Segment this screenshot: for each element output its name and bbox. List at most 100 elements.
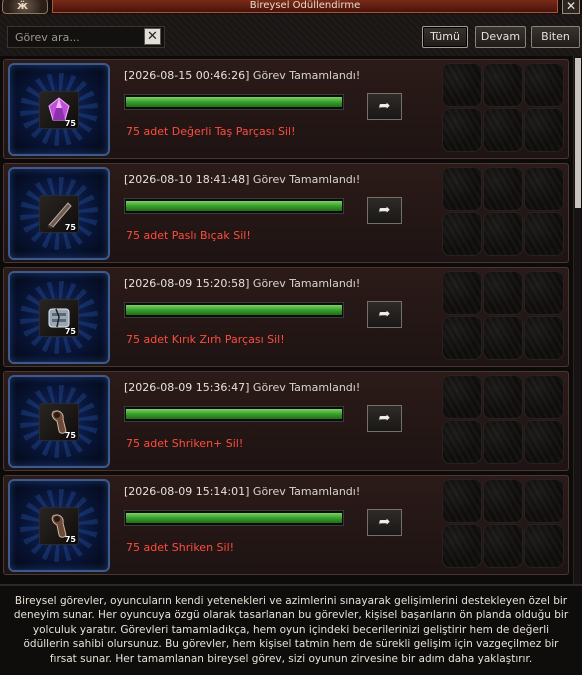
- scrollbar-thumb[interactable]: [575, 58, 581, 208]
- search-box: ✕: [7, 26, 165, 48]
- filter-finished-button[interactable]: Biten: [531, 26, 580, 48]
- quest-task: 75 adet Kırık Zırh Parçası Sil!: [126, 333, 285, 346]
- quest-list: 75 [2026-08-15 00:46:26] Görev Tamamland…: [0, 56, 582, 584]
- reward-slot[interactable]: [483, 420, 523, 464]
- reward-slot[interactable]: [483, 524, 523, 568]
- quest-status: Görev Tamamlandı!: [252, 173, 361, 186]
- quest-progress-fill: [126, 97, 342, 107]
- description-text: Bireysel görevler, oyuncuların kendi yet…: [13, 595, 569, 665]
- window-title: Bireysel Ödüllendirme: [52, 0, 558, 13]
- reward-slot[interactable]: [483, 316, 523, 360]
- quest-timestamp: [2026-08-09 15:20:58]: [124, 277, 250, 290]
- share-arrow-button[interactable]: ➦: [367, 301, 402, 328]
- reward-slot[interactable]: [524, 212, 564, 256]
- reward-slot[interactable]: [442, 63, 482, 107]
- reward-grid: [442, 479, 564, 571]
- reward-slot[interactable]: [524, 420, 564, 464]
- quest-row: 75 [2026-08-09 15:20:58] Görev Tamamland…: [3, 267, 569, 367]
- reward-slot[interactable]: [483, 108, 523, 152]
- quest-row: 75 [2026-08-09 15:14:01] Görev Tamamland…: [3, 475, 569, 575]
- search-input[interactable]: [8, 27, 142, 47]
- quest-header: [2026-08-09 15:36:47] Görev Tamamlandı!: [124, 381, 360, 394]
- reward-slot[interactable]: [524, 479, 564, 523]
- quest-task: 75 adet Paslı Bıçak Sil!: [126, 229, 251, 242]
- reward-slot[interactable]: [442, 420, 482, 464]
- quest-progress-fill: [126, 305, 342, 315]
- reward-slot[interactable]: [524, 316, 564, 360]
- quest-item-slot: 75: [8, 375, 110, 468]
- reward-slot[interactable]: [483, 212, 523, 256]
- quest-status: Görev Tamamlandı!: [252, 381, 361, 394]
- rusty-knife-icon[interactable]: 75: [39, 195, 79, 233]
- reward-slot[interactable]: [483, 375, 523, 419]
- quest-header: [2026-08-15 00:46:26] Görev Tamamlandı!: [124, 69, 360, 82]
- broken-armor-icon[interactable]: 75: [39, 299, 79, 337]
- reward-slot[interactable]: [524, 63, 564, 107]
- shuriken-icon[interactable]: 75: [39, 507, 79, 545]
- quest-header: [2026-08-10 18:41:48] Görev Tamamlandı!: [124, 173, 360, 186]
- reward-slot[interactable]: [442, 375, 482, 419]
- quest-timestamp: [2026-08-10 18:41:48]: [124, 173, 250, 186]
- scrollbar[interactable]: [573, 56, 581, 584]
- reward-slot[interactable]: [442, 108, 482, 152]
- gem-shard-icon[interactable]: 75: [39, 91, 79, 129]
- share-arrow-button[interactable]: ➦: [367, 93, 402, 120]
- quest-progress-fill: [126, 201, 342, 211]
- quest-header: [2026-08-09 15:14:01] Görev Tamamlandı!: [124, 485, 360, 498]
- reward-slot[interactable]: [483, 63, 523, 107]
- quest-status: Görev Tamamlandı!: [252, 485, 361, 498]
- reward-slot[interactable]: [442, 316, 482, 360]
- reward-slot[interactable]: [483, 479, 523, 523]
- filter-all-button[interactable]: Tümü: [422, 26, 468, 48]
- quest-progress-fill: [126, 409, 342, 419]
- reward-slot[interactable]: [524, 375, 564, 419]
- quest-row: 75 [2026-08-09 15:36:47] Görev Tamamland…: [3, 371, 569, 471]
- share-arrow-button[interactable]: ➦: [367, 197, 402, 224]
- game-logo-icon: ӝ: [2, 0, 48, 14]
- reward-slot[interactable]: [442, 524, 482, 568]
- item-count: 75: [64, 327, 76, 336]
- item-count: 75: [64, 431, 76, 440]
- quest-progress-bar: [124, 198, 344, 214]
- quest-status: Görev Tamamlandı!: [252, 69, 361, 82]
- share-arrow-button[interactable]: ➦: [367, 405, 402, 432]
- shuriken-plus-icon[interactable]: 75: [39, 403, 79, 441]
- reward-grid: [442, 375, 564, 467]
- title-bar: ӝ Bireysel Ödüllendirme ✕: [0, 0, 582, 14]
- toolbar: ✕ Tümü Devam Biten: [0, 14, 582, 56]
- item-count: 75: [64, 119, 76, 128]
- share-arrow-button[interactable]: ➦: [367, 509, 402, 536]
- quest-progress-bar: [124, 406, 344, 422]
- quest-row: 75 [2026-08-15 00:46:26] Görev Tamamland…: [3, 59, 569, 159]
- reward-slot[interactable]: [524, 271, 564, 315]
- quest-task: 75 adet Değerli Taş Parçası Sil!: [126, 125, 296, 138]
- filter-ongoing-button[interactable]: Devam: [475, 26, 526, 48]
- reward-slot[interactable]: [483, 271, 523, 315]
- item-count: 75: [64, 223, 76, 232]
- reward-slot[interactable]: [442, 167, 482, 211]
- description-panel: Bireysel görevler, oyuncuların kendi yet…: [0, 584, 582, 675]
- reward-slot[interactable]: [442, 479, 482, 523]
- reward-slot[interactable]: [483, 167, 523, 211]
- reward-slot[interactable]: [524, 108, 564, 152]
- item-count: 75: [64, 535, 76, 544]
- quest-timestamp: [2026-08-09 15:36:47]: [124, 381, 250, 394]
- quest-task: 75 adet Shriken+ Sil!: [126, 437, 244, 450]
- reward-slot[interactable]: [524, 167, 564, 211]
- quest-timestamp: [2026-08-15 00:46:26]: [124, 69, 250, 82]
- reward-slot[interactable]: [524, 524, 564, 568]
- quest-progress-fill: [126, 513, 342, 523]
- reward-slot[interactable]: [442, 212, 482, 256]
- quest-item-slot: 75: [8, 271, 110, 364]
- close-button[interactable]: ✕: [562, 0, 580, 14]
- clear-search-button[interactable]: ✕: [144, 28, 161, 45]
- quest-timestamp: [2026-08-09 15:14:01]: [124, 485, 250, 498]
- reward-slot[interactable]: [442, 271, 482, 315]
- reward-grid: [442, 167, 564, 259]
- quest-status: Görev Tamamlandı!: [252, 277, 361, 290]
- quest-item-slot: 75: [8, 479, 110, 572]
- quest-item-slot: 75: [8, 63, 110, 156]
- quest-progress-bar: [124, 302, 344, 318]
- reward-grid: [442, 271, 564, 363]
- quest-progress-bar: [124, 510, 344, 526]
